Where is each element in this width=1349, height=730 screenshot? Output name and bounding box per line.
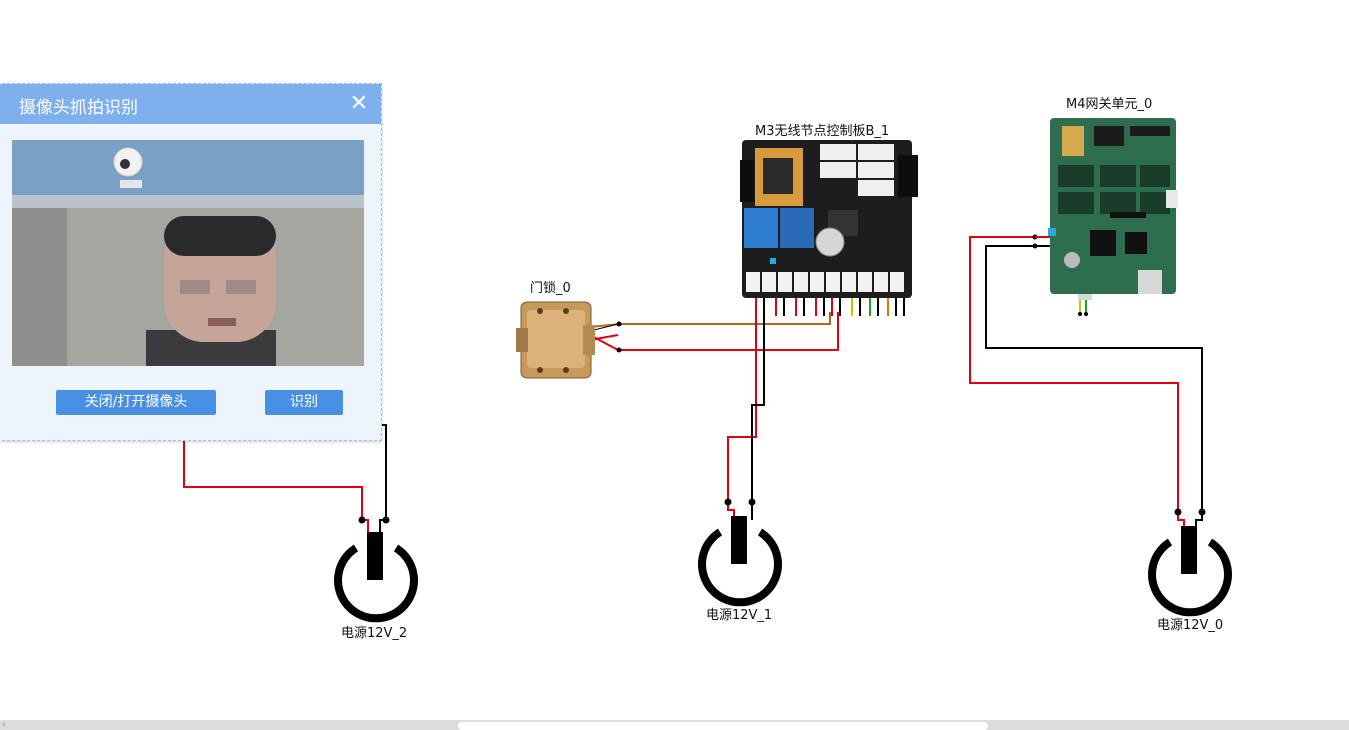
wire-red-lock-m3 [589,312,839,351]
door-lock-device[interactable] [516,301,622,379]
power-icon-1[interactable] [698,498,782,607]
camera-image [12,140,364,366]
power-icon-2[interactable] [334,516,418,623]
wire-brown-lock-m3 [589,312,831,328]
close-icon[interactable]: ✕ [347,92,371,116]
wire-black-m3-power1 [751,312,765,520]
recognize-button[interactable]: 识别 [265,390,343,415]
m4-gateway-device[interactable] [1032,118,1179,316]
power-icon-0[interactable] [1148,508,1232,617]
camera-dialog[interactable]: 摄像头抓拍识别 ✕ 关闭/打开摄像头 识别 [0,83,382,441]
scroll-left-icon[interactable]: ‹ [2,720,6,730]
power-2-label: 电源12V_2 [341,626,408,641]
m3-board-label: M3无线节点控制板B_1 [755,124,890,139]
door-lock-label: 门锁_0 [530,281,571,296]
camera-video-feed [12,140,364,366]
m3-board-device[interactable] [740,140,918,316]
camera-dialog-header[interactable]: 摄像头抓拍识别 ✕ [0,84,381,124]
wire-red-dialog-power2 [183,441,369,536]
power-1-label: 电源12V_1 [706,608,773,623]
power-0-label: 电源12V_0 [1157,618,1224,633]
m4-gateway-label: M4网关单元_0 [1066,97,1153,112]
scrollbar-thumb[interactable] [458,722,988,730]
camera-dialog-title: 摄像头抓拍识别 [19,98,138,118]
toggle-camera-button[interactable]: 关闭/打开摄像头 [56,390,216,415]
person-silhouette [146,216,276,366]
